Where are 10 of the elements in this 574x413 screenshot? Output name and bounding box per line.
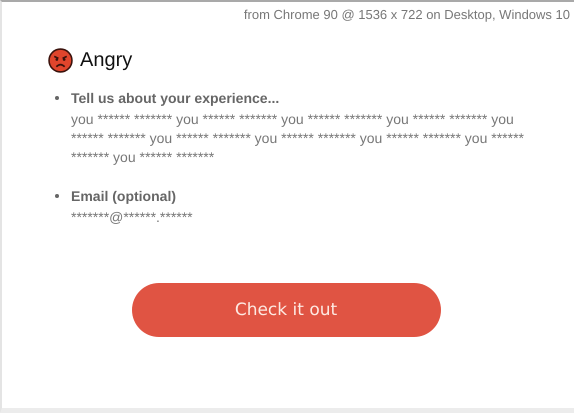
check-it-out-button[interactable]: Check it out: [132, 283, 440, 337]
field-label: Tell us about your experience...: [71, 90, 280, 106]
caption-text: from Chrome 90 @ 1536 x 722 on Desktop, Windows 10: [244, 6, 571, 22]
mood-label: Angry: [80, 49, 132, 72]
field-label: Email (optional): [71, 188, 176, 204]
bullet-icon: [55, 194, 59, 198]
angry-face-icon: [48, 48, 73, 73]
field-value: *******@******.******: [71, 208, 194, 227]
field-value: you ****** ******* you ****** ******* you ****** ******* you ****** ******* you ****** ******* you ****** ******* you ****** ******* you ****** ******* you ****** ******* you ****** *******: [71, 110, 525, 167]
bullet-icon: [55, 96, 59, 100]
